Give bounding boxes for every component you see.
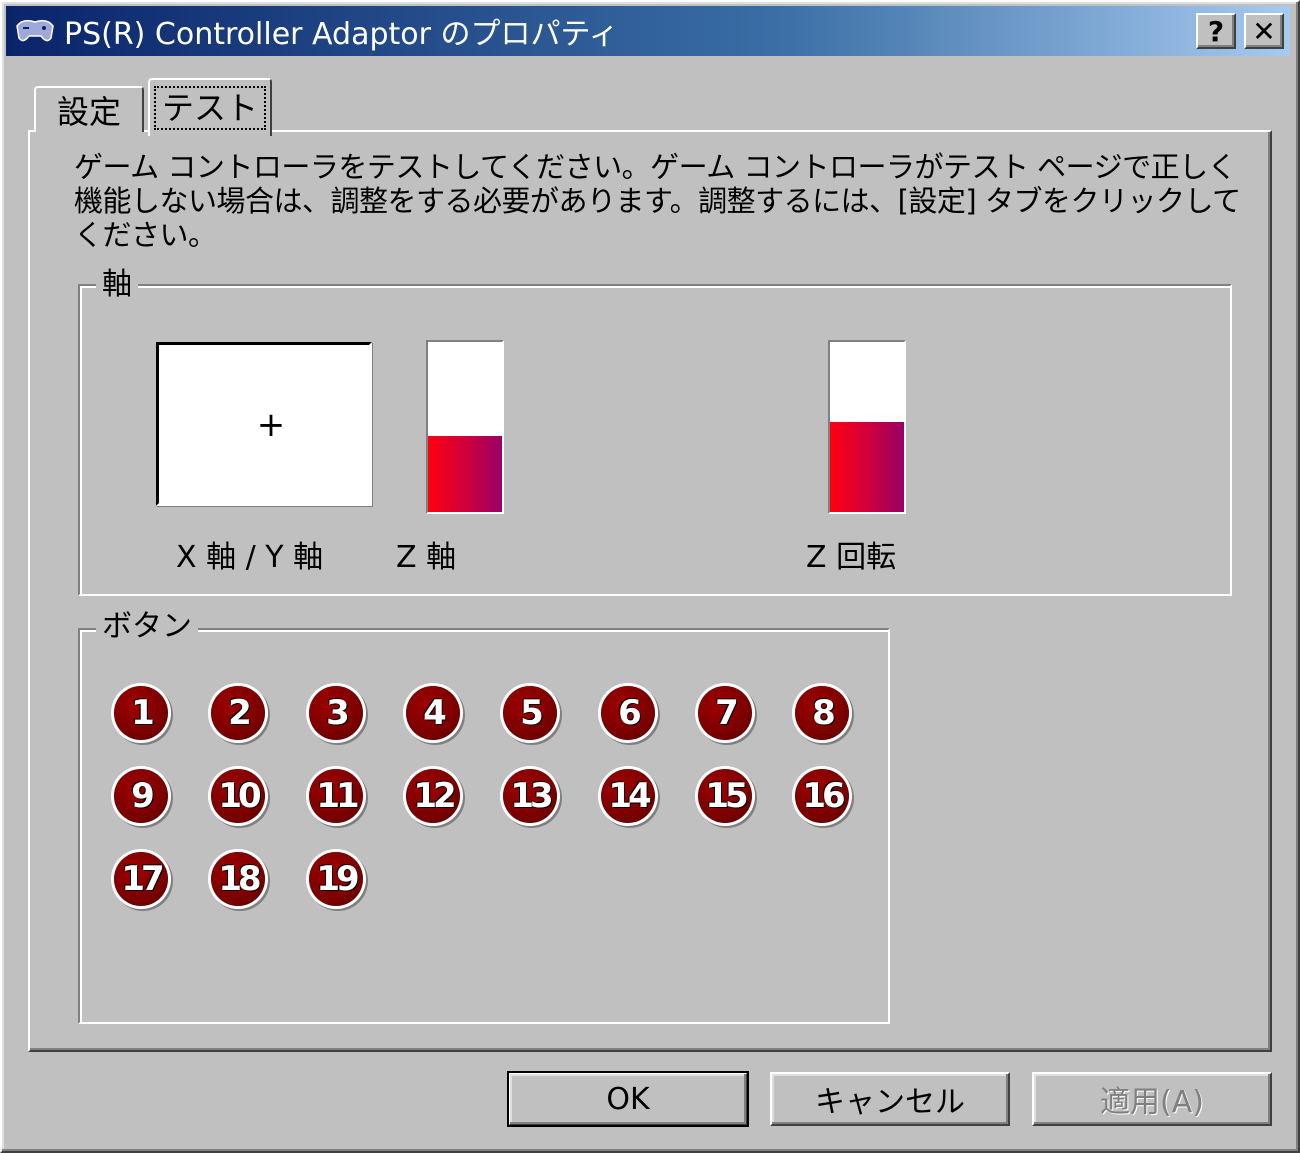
tab-test[interactable]: テスト: [148, 78, 272, 136]
apply-button: 適用(A): [1032, 1072, 1272, 1126]
joystick-button-number: 2: [228, 693, 252, 733]
joystick-button-17: 17: [114, 852, 168, 906]
joystick-button-13: 13: [503, 769, 557, 823]
joystick-button-number: 12: [413, 776, 456, 816]
joystick-button-6: 6: [601, 686, 655, 740]
z-rotation-bar: [828, 340, 906, 514]
joystick-button-number: 4: [423, 693, 447, 733]
title-bar[interactable]: PS(R) Controller Adaptor のプロパティ ? ✕: [6, 6, 1290, 56]
joystick-button-12: 12: [406, 769, 460, 823]
joystick-button-number: 6: [618, 693, 642, 733]
xy-axis-label: X 軸 / Y 軸: [176, 540, 324, 575]
joystick-button-8: 8: [795, 686, 849, 740]
ok-button[interactable]: OK: [507, 1071, 749, 1127]
tab-settings-label: 設定: [56, 93, 121, 131]
joystick-button-number: 18: [218, 859, 261, 899]
crosshair-icon: +: [256, 405, 286, 445]
joystick-button-14: 14: [601, 769, 655, 823]
ok-button-label: OK: [606, 1081, 650, 1117]
cancel-button-label: キャンセル: [815, 1085, 965, 1120]
joystick-button-number: 16: [802, 776, 845, 816]
joystick-button-number: 13: [510, 776, 553, 816]
help-icon: ?: [1207, 14, 1225, 48]
z-rotation-fill: [830, 421, 904, 512]
z-axis-fill: [428, 435, 502, 512]
apply-button-label: 適用(A): [1100, 1085, 1204, 1120]
joystick-button-16: 16: [795, 769, 849, 823]
window-title: PS(R) Controller Adaptor のプロパティ: [64, 17, 619, 52]
instructions-text: ゲーム コントローラをテストしてください。ゲーム コントローラがテスト ページで…: [74, 150, 1241, 252]
joystick-button-number: 17: [121, 859, 164, 899]
z-axis-bar: [426, 340, 504, 514]
joystick-button-number: 3: [326, 693, 350, 733]
gamepad-icon: [12, 14, 58, 48]
joystick-button-19: 19: [309, 852, 363, 906]
buttons-legend: ボタン: [96, 610, 198, 644]
joystick-button-9: 9: [114, 769, 168, 823]
cancel-button[interactable]: キャンセル: [770, 1072, 1010, 1126]
joystick-button-1: 1: [114, 686, 168, 740]
joystick-button-5: 5: [503, 686, 557, 740]
joystick-button-number: 5: [520, 693, 544, 733]
axes-legend: 軸: [96, 268, 138, 302]
buttons-group: [78, 628, 890, 1024]
help-button[interactable]: ?: [1196, 13, 1236, 49]
joystick-button-number: 11: [316, 776, 359, 816]
joystick-button-number: 7: [715, 693, 739, 733]
joystick-button-number: 8: [812, 693, 836, 733]
z-rotation-label: Z 回転: [806, 540, 897, 575]
z-axis-label: Z 軸: [396, 540, 457, 575]
joystick-button-11: 11: [309, 769, 363, 823]
joystick-button-18: 18: [211, 852, 265, 906]
joystick-button-10: 10: [211, 769, 265, 823]
joystick-button-number: 9: [131, 776, 155, 816]
joystick-button-2: 2: [211, 686, 265, 740]
joystick-button-3: 3: [309, 686, 363, 740]
joystick-button-number: 19: [316, 859, 359, 899]
joystick-button-number: 1: [131, 693, 155, 733]
tab-test-label: テスト: [153, 86, 266, 130]
tab-settings[interactable]: 設定: [34, 86, 144, 132]
joystick-button-number: 14: [608, 776, 651, 816]
joystick-button-7: 7: [698, 686, 752, 740]
joystick-button-number: 10: [218, 776, 261, 816]
joystick-button-15: 15: [698, 769, 752, 823]
joystick-button-number: 15: [705, 776, 748, 816]
close-icon: ✕: [1252, 14, 1276, 48]
joystick-button-4: 4: [406, 686, 460, 740]
close-button[interactable]: ✕: [1244, 13, 1284, 49]
